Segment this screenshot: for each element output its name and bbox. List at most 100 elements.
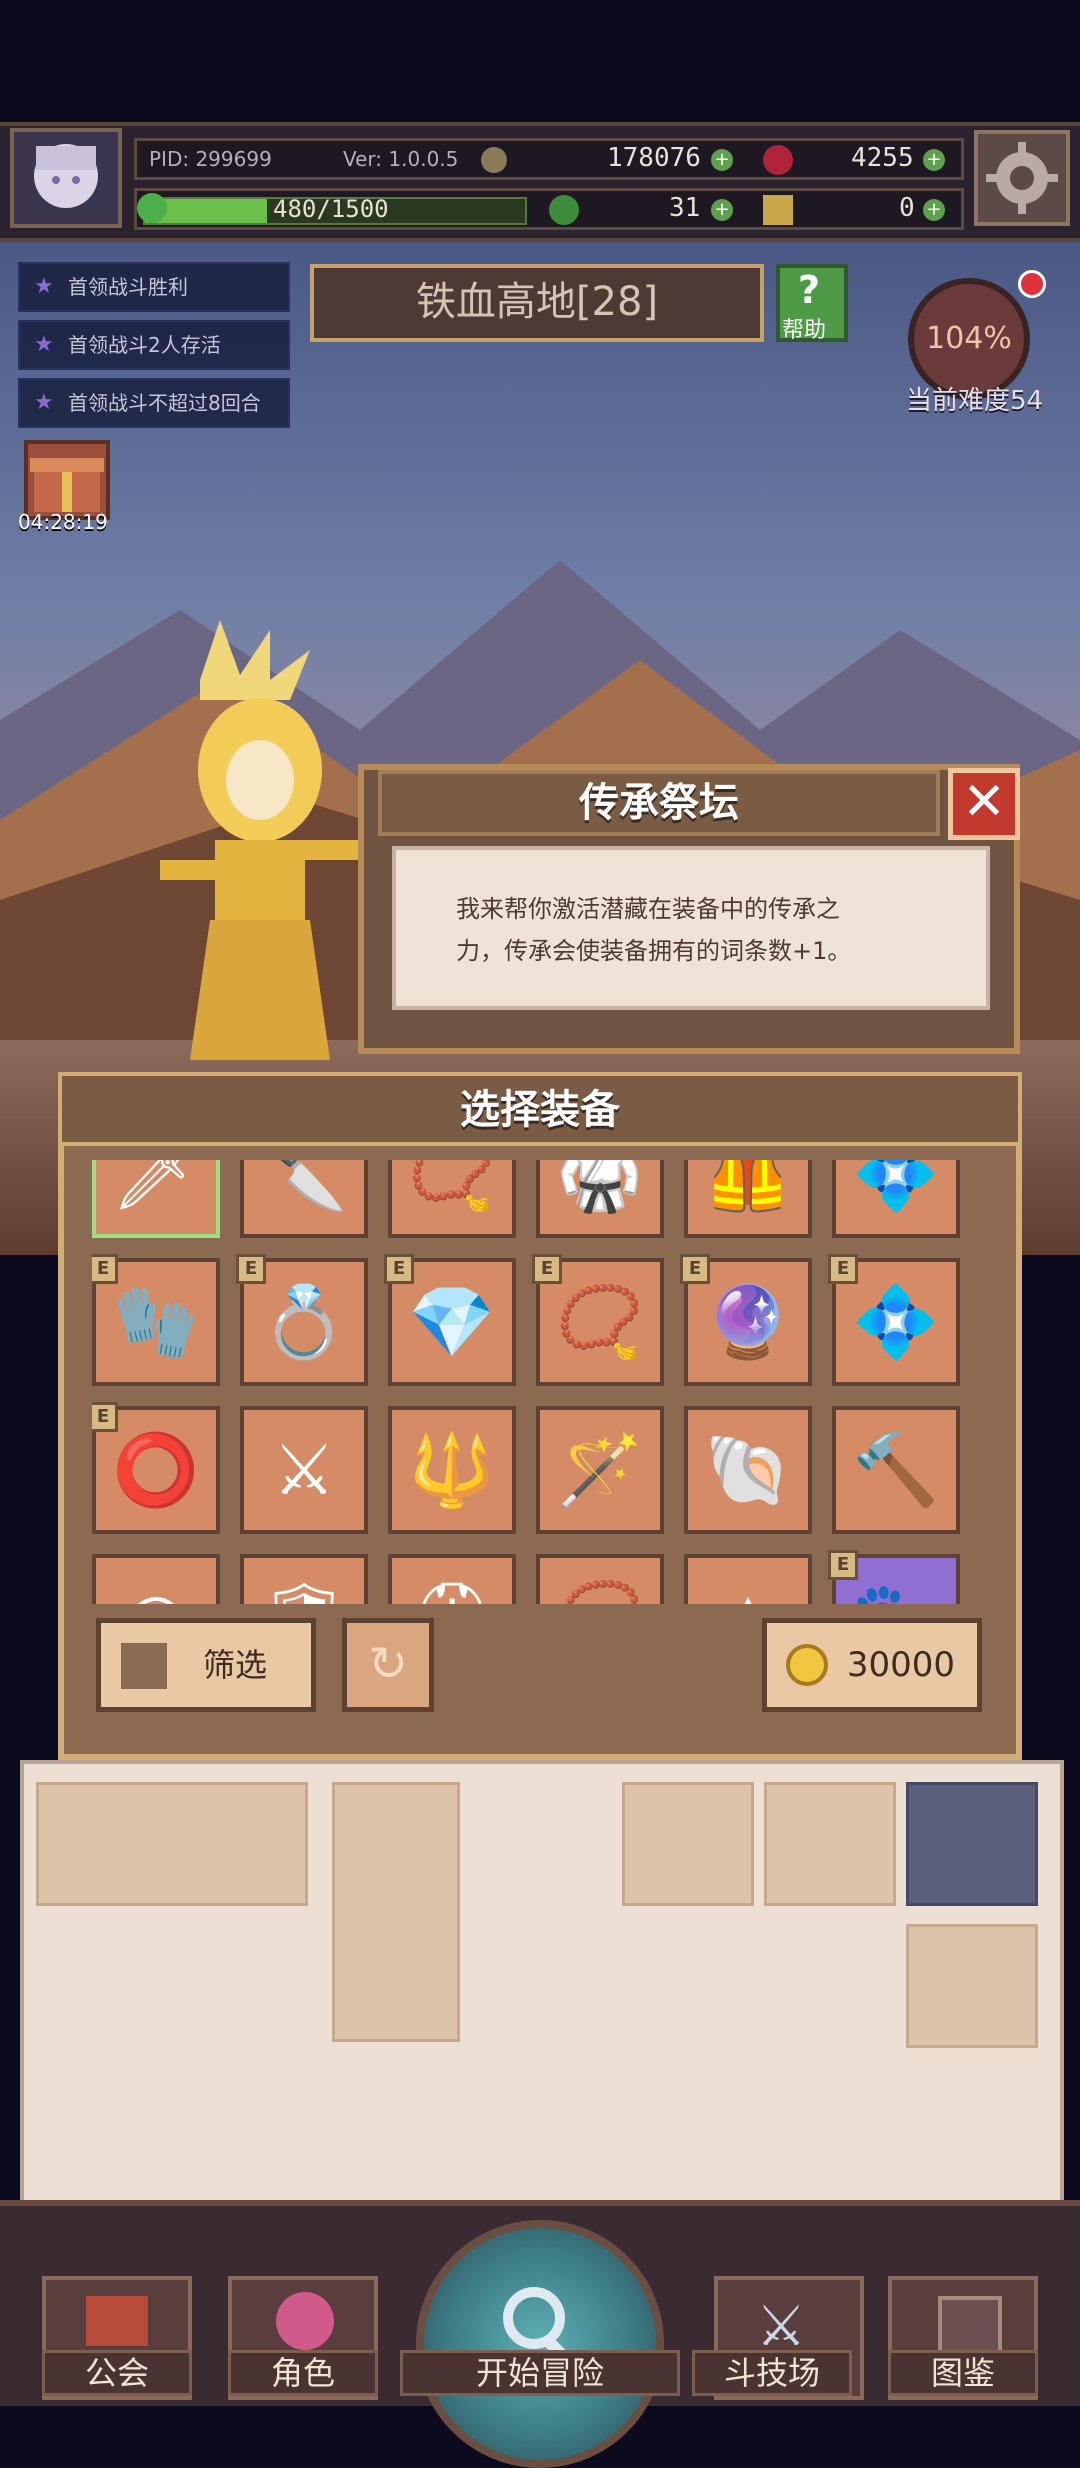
equipment-slot[interactable]: 🐚 [684,1406,812,1534]
equipment-badge: E [92,1254,118,1284]
quest-label: 首领战斗2人存活 [68,333,221,357]
close-button[interactable]: ✕ [948,768,1020,840]
quest-label: 首领战斗不超过8回合 [68,391,261,415]
equipment-slot[interactable]: ◎ [92,1554,220,1604]
stamina-clover-icon [137,193,167,223]
board-tile[interactable] [906,1924,1038,2048]
hammer-icon: 🔨 [852,1429,940,1511]
avatar-portrait-icon [34,144,98,208]
armor-icon: 🥋 [556,1160,644,1215]
coin-icon [786,1644,828,1686]
add-gold-icon[interactable]: + [711,149,733,171]
add-key-icon[interactable]: + [923,199,945,221]
gold-coin-icon [481,147,507,173]
equipment-slot[interactable]: 🔨 [832,1406,960,1534]
start-adventure-button[interactable] [416,2220,664,2468]
equipment-slot[interactable]: 🥋 [536,1160,664,1238]
equipment-slot[interactable]: 🔱 [388,1406,516,1534]
nav-guild-label: 公会 [42,2350,192,2396]
quest-label: 首领战斗胜利 [68,275,188,299]
refresh-button[interactable]: ↻ [342,1618,434,1712]
equipment-slot[interactable]: 💠 E [828,1254,960,1386]
armor-icon: 🦺 [704,1160,792,1215]
nav-character-label: 角色 [228,2350,378,2396]
equipment-slot[interactable]: 💎 E [384,1254,516,1386]
equipment-slot[interactable]: 🔪 [240,1160,368,1238]
equipment-slot[interactable]: 🔮 E [680,1254,812,1386]
equipment-slot[interactable]: 📿 [388,1160,516,1238]
equipment-slot[interactable]: 🧤 E [92,1254,220,1386]
filter-grid-icon [121,1643,167,1689]
equipment-slot[interactable]: 📿 [536,1554,664,1604]
game-version: Ver: 1.0.0.5 [343,147,459,171]
equipment-badge: E [532,1254,562,1284]
board-tile[interactable] [764,1782,896,1906]
equipment-slot[interactable]: 💠 [832,1160,960,1238]
player-id: PID: 299699 [149,147,272,171]
gift-icon [30,458,104,512]
gift-box-button[interactable] [24,440,110,520]
dagger-icon: 🔪 [260,1160,348,1215]
helmet-icon: ⛑ [406,1572,498,1604]
equipment-badge: E [828,1550,858,1580]
key-amount: 0 [899,193,915,223]
player-avatar[interactable] [10,128,122,228]
board-tile[interactable] [622,1782,754,1906]
board-tile[interactable] [906,1782,1038,1906]
settings-button[interactable] [974,130,1070,226]
pendant-icon: 💠 [852,1281,940,1363]
equipment-badge: E [680,1254,710,1284]
equipment-badge: E [384,1254,414,1284]
nav-start-label: 开始冒险 [400,2350,680,2396]
equipment-slot[interactable]: 📿 E [532,1254,664,1386]
sword-icon: 🗡 [111,1160,201,1215]
ring-icon: 💍 [260,1281,348,1363]
cost-value: 30000 [846,1645,955,1685]
equipment-slot[interactable]: ⭕ E [92,1402,220,1534]
necklace-icon: 💠 [852,1160,940,1215]
creature-icon: 🐾 [850,1572,942,1604]
wand-icon: 🪄 [556,1429,644,1511]
nav-codex-label: 图鉴 [888,2350,1038,2396]
character-portrait-icon [276,2292,334,2350]
stamina-value: 480/1500 [273,195,389,223]
board-tile[interactable] [36,1782,308,1906]
quest-star-icon: ★ [34,274,54,299]
equipment-slot[interactable]: ▲ [684,1554,812,1604]
notification-dot-icon [1018,270,1046,298]
formation-board [20,1760,1064,2220]
glove-icon: 🧤 [112,1281,200,1363]
shield-icon: 🛡 [258,1572,350,1604]
close-icon: ✕ [962,772,1006,832]
equipment-badge: E [828,1254,858,1284]
clover-icon [549,195,579,225]
equipment-slot[interactable]: ⛑ [388,1554,516,1604]
equipment-slot[interactable]: ⚔ [240,1406,368,1534]
filter-label: 筛选 [203,1646,268,1684]
quest-item: ★ 首领战斗2人存活 [18,320,290,370]
nav-arena-label: 斗技场 [692,2350,852,2396]
altar-spirit-character [160,620,360,1060]
board-tile[interactable] [332,1782,460,2042]
equipment-slot[interactable]: 🗡 [92,1160,220,1238]
gear-icon [986,142,1058,214]
gift-timer: 04:28:19 [18,510,108,534]
equipment-slot[interactable]: 🦺 [684,1160,812,1238]
equipment-slot[interactable]: 🐾E [828,1550,960,1604]
add-clover-icon[interactable]: + [711,199,733,221]
equipment-slot[interactable]: 🪄 [536,1406,664,1534]
filter-button[interactable]: 筛选 [96,1618,316,1712]
equipment-slot[interactable]: 🛡 [240,1554,368,1604]
help-label: 帮助 [782,318,827,343]
quest-star-icon: ★ [34,332,54,357]
player-resources-row: 480/1500 31 + 0 + [134,188,964,230]
equipment-slot[interactable]: 💍 E [236,1254,368,1386]
gold-amount: 178076 [607,143,701,173]
dialog-title: 传承祭坛 [378,770,940,836]
quest-item: ★ 首领战斗不超过8回合 [18,378,290,428]
sword-icon: ⚔ [272,1429,336,1511]
dialog-text-line: 我来帮你激活潜藏在装备中的传承之 [456,895,840,923]
help-button[interactable]: ? 帮助 [776,264,848,343]
add-gem-icon[interactable]: + [923,149,945,171]
equipment-grid[interactable]: 🗡🔪📿🥋🦺💠🧤E💍E💎E📿E🔮E💠E⭕E⚔🔱🪄🐚🔨◎🛡⛑📿▲🐾E [92,1160,986,1604]
